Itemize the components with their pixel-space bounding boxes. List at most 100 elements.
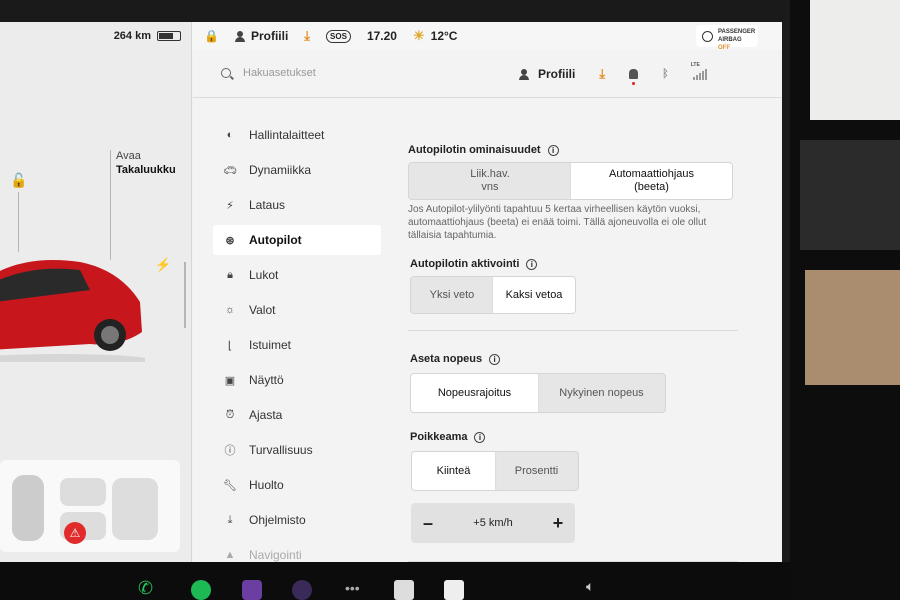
option-speed-limit[interactable]: Nopeusrajoitus xyxy=(411,374,538,412)
spotify-icon[interactable] xyxy=(191,580,211,600)
notes-icon[interactable] xyxy=(394,580,414,600)
search-placeholder: Hakuasetukset xyxy=(243,67,316,79)
lte-label: LTE xyxy=(690,62,700,68)
profile-button[interactable]: Profiili xyxy=(519,67,575,81)
download-icon[interactable]: ⤓ xyxy=(599,66,605,82)
seatbelt-warning-icon: ⚠ xyxy=(64,522,86,544)
wrench-icon: 🔧︎ xyxy=(223,479,237,492)
autopilot-strike-description: Jos Autopilot-ylilyönti tapahtuu 5 kerta… xyxy=(408,204,707,241)
range-text: 264 km xyxy=(113,30,151,42)
sos-icon[interactable]: SOS xyxy=(326,29,351,43)
light-icon: ☼ xyxy=(224,304,236,316)
download-icon[interactable]: ⤓ xyxy=(304,28,310,44)
charge-port-icon[interactable]: ⚡ xyxy=(155,257,171,273)
passenger-airbag-indicator: PASSENGER AIRBAG OFF xyxy=(696,25,758,51)
menu-item-dynamiikka[interactable]: 🚗︎ Dynamiikka xyxy=(213,155,381,185)
unlock-icon[interactable]: 🔓 xyxy=(10,172,27,189)
menu-label: Hallintalaitteet xyxy=(249,128,325,142)
search-icon xyxy=(221,68,231,78)
wood-trim xyxy=(805,270,900,385)
info-icon[interactable]: i xyxy=(474,431,486,443)
menu-label: Lataus xyxy=(249,198,286,212)
menu-item-valot[interactable]: ☼ Valot xyxy=(213,295,381,325)
bell-icon[interactable] xyxy=(629,69,639,85)
car-model-image xyxy=(0,260,145,362)
person-icon xyxy=(234,30,245,42)
option-autosteer-beta[interactable]: Automaattiohjaus (beeta) xyxy=(571,163,732,199)
touchscreen: 264 km Avaa Takaluukku 🔓 ⚡ ⚠ 🔒 Profiili … xyxy=(0,22,782,562)
info-icon[interactable]: i xyxy=(489,353,501,365)
option-current-speed[interactable]: Nykyinen nopeus xyxy=(538,374,665,412)
airbag-label: PASSENGER xyxy=(718,29,756,35)
sun-icon: ☀ xyxy=(412,28,425,43)
display-icon: ▣ xyxy=(224,374,236,387)
section-title-text: Autopilotin ominaisuudet xyxy=(408,144,541,156)
menu-item-istuimet[interactable]: ⌊ Istuimet xyxy=(213,330,381,360)
airbag-label-2: AIRBAG xyxy=(718,37,742,43)
option-line: vns xyxy=(481,181,499,193)
car-visualization-pane: 264 km Avaa Takaluukku 🔓 ⚡ ⚠ xyxy=(0,22,192,562)
option-single-pull[interactable]: Yksi veto xyxy=(411,277,493,313)
option-line: Liik.hav. xyxy=(470,168,510,180)
volume-icon[interactable]: 🔈︎ xyxy=(586,578,606,598)
trunk-name-label: Takaluukku xyxy=(116,164,176,176)
more-apps-icon[interactable]: ••• xyxy=(345,580,360,600)
menu-item-lataus[interactable]: ⚡︎ Lataus xyxy=(213,190,381,220)
option-line: Automaattiohjaus xyxy=(609,168,694,180)
option-fixed[interactable]: Kiinteä xyxy=(412,452,495,490)
menu-item-ohjelmisto[interactable]: ⤓ Ohjelmisto xyxy=(213,505,381,535)
seat-icon: ⌊ xyxy=(227,339,233,352)
option-traffic-aware-cruise[interactable]: Liik.hav. vns xyxy=(409,163,571,199)
offset-value: +5 km/h xyxy=(473,517,513,529)
lock-icon: 🔒︎ xyxy=(227,268,233,281)
navigation-icon: ▲ xyxy=(224,549,236,561)
menu-label: Dynamiikka xyxy=(249,163,312,177)
menu-label: Lukot xyxy=(249,268,279,282)
section-title-set-speed: Aseta nopeus i xyxy=(410,353,748,365)
menu-label: Näyttö xyxy=(249,373,284,387)
menu-item-hallintalaitteet[interactable]: ◐ Hallintalaitteet xyxy=(213,120,381,150)
menu-label: Navigointi xyxy=(249,548,302,562)
menu-item-ajasta[interactable]: ⏰︎ Ajasta xyxy=(213,400,381,430)
person-icon xyxy=(519,68,529,80)
camera-icon[interactable] xyxy=(292,580,312,600)
background-wall xyxy=(810,0,900,120)
toggle-icon: ◐ xyxy=(226,129,234,141)
menu-item-naytto[interactable]: ▣ Näyttö xyxy=(213,365,381,395)
info-icon[interactable]: i xyxy=(526,258,538,270)
autopilot-activation-selector: Yksi veto Kaksi vetoa xyxy=(410,276,576,314)
media-player-icon[interactable] xyxy=(444,580,464,600)
settings-header: Hakuasetukset Profiili ⤓ ᛒ LTE xyxy=(193,50,782,98)
steering-wheel-icon: ⊛ xyxy=(225,234,235,247)
option-double-pull[interactable]: Kaksi vetoa xyxy=(493,277,575,313)
search-input[interactable]: Hakuasetukset xyxy=(221,67,316,79)
menu-item-navigointi[interactable]: ▲ Navigointi xyxy=(213,540,381,562)
option-line: (beeta) xyxy=(634,181,669,193)
menu-item-huolto[interactable]: 🔧︎ Huolto xyxy=(213,470,381,500)
lock-status-icon[interactable]: 🔒 xyxy=(204,29,219,43)
header-actions: Profiili ⤓ ᛒ LTE xyxy=(519,62,707,85)
menu-item-lukot[interactable]: 🔒︎ Lukot xyxy=(213,260,381,290)
status-bar: 🔒 Profiili ⤓ SOS 17.20 ☀ 12°C PASSENGER … xyxy=(192,22,782,51)
section-title-features: Autopilotin ominaisuudet i xyxy=(408,144,748,156)
range-indicator: 264 km xyxy=(114,30,181,42)
menu-label: Turvallisuus xyxy=(249,443,313,457)
option-percentage[interactable]: Prosentti xyxy=(495,452,578,490)
increase-button[interactable]: + xyxy=(551,513,565,534)
menu-item-autopilot[interactable]: ⊛ Autopilot xyxy=(213,225,381,255)
open-trunk-button[interactable]: Avaa Takaluukku xyxy=(116,149,176,177)
profile-button-status[interactable]: Profiili xyxy=(234,29,288,43)
temperature-display: ☀ 12°C xyxy=(413,28,457,44)
menu-label: Huolto xyxy=(249,478,284,492)
phone-icon[interactable]: ✆ xyxy=(138,578,158,598)
menu-item-turvallisuus[interactable]: ⓘ Turvallisuus xyxy=(213,435,381,465)
settings-panel: Hakuasetukset Profiili ⤓ ᛒ LTE ◐ Hallinta… xyxy=(193,50,782,562)
charge-guide-line xyxy=(184,262,186,328)
settings-menu: ◐ Hallintalaitteet 🚗︎ Dynamiikka ⚡︎ Lataus … xyxy=(213,120,381,562)
info-icon[interactable]: i xyxy=(547,144,559,156)
arcade-icon[interactable] xyxy=(242,580,262,600)
bluetooth-icon[interactable]: ᛒ xyxy=(662,68,669,80)
section-title-offset: Poikkeama i xyxy=(410,431,748,443)
decrease-button[interactable]: – xyxy=(421,513,435,534)
menu-label: Ajasta xyxy=(249,408,283,422)
